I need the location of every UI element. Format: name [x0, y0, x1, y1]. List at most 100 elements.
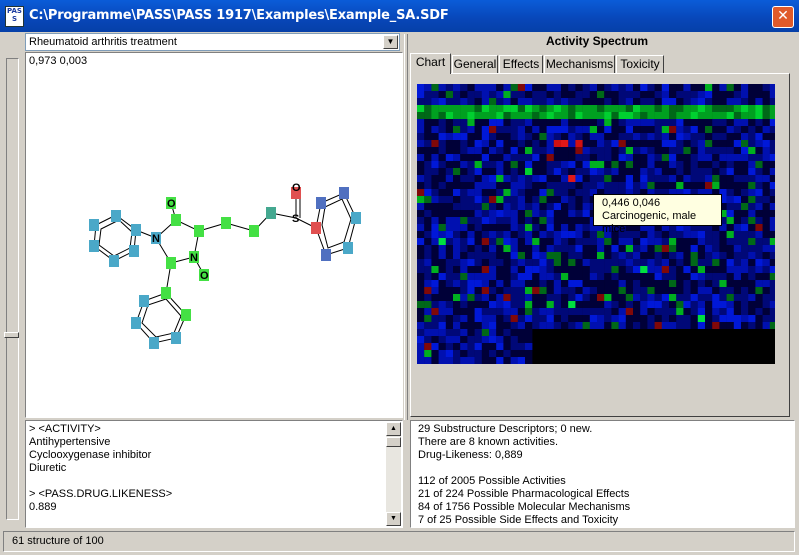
heatmap-cell [726, 175, 734, 182]
heatmap-cell [431, 84, 439, 91]
scroll-thumb[interactable] [386, 437, 401, 447]
heatmap-cell [532, 182, 540, 189]
scroll-up-icon[interactable]: ▲ [386, 422, 401, 436]
heatmap-cell [733, 168, 742, 175]
heatmap-cell [417, 280, 425, 287]
structure-properties[interactable]: > <ACTIVITY> Antihypertensive Cyclooxyge… [25, 420, 403, 528]
heatmap-cell [438, 259, 446, 266]
properties-scrollbar[interactable]: ▲ ▼ [386, 422, 401, 526]
heatmap-cell [431, 133, 439, 140]
close-button[interactable]: ✕ [772, 6, 794, 28]
heatmap-cell [683, 154, 691, 161]
heatmap-cell [496, 259, 504, 266]
heatmap-cell [546, 168, 554, 175]
heatmap-cell [438, 245, 446, 252]
heatmap-cell [726, 217, 734, 224]
heatmap-cell [510, 126, 518, 133]
heatmap-cell [618, 252, 626, 259]
heatmap-cell [417, 266, 425, 273]
heatmap-cell [719, 91, 727, 98]
heatmap-cell [604, 84, 612, 91]
heatmap-cell [553, 182, 562, 189]
heatmap-cell [532, 175, 540, 182]
heatmap-cell [633, 98, 641, 105]
prediction-info: 29 Substructure Descriptors; 0 new. Ther… [410, 420, 795, 528]
heatmap-cell [431, 98, 439, 105]
heatmap-cell [467, 98, 475, 105]
heatmap-cell [769, 252, 775, 259]
heatmap-cell [611, 238, 619, 245]
heatmap-cell [424, 154, 432, 161]
heatmap-cell [647, 154, 655, 161]
heatmap-cell [453, 350, 461, 357]
heatmap-cell [453, 266, 461, 273]
heatmap-cell [676, 175, 684, 182]
tab-general[interactable]: General [452, 55, 498, 73]
tab-effects[interactable]: Effects [499, 55, 543, 73]
heatmap-cell [604, 126, 612, 133]
heatmap-cell [589, 175, 598, 182]
heatmap-cell [489, 84, 497, 91]
slider-thumb[interactable] [4, 332, 19, 338]
tab-toxicity[interactable]: Toxicity [616, 55, 664, 73]
tab-chart[interactable]: Chart [410, 53, 451, 74]
heatmap-cell [539, 308, 547, 315]
heatmap-cell [467, 315, 475, 322]
heatmap-cell [582, 154, 590, 161]
tab-mechanisms[interactable]: Mechanisms [544, 55, 615, 73]
heatmap-cell [625, 301, 634, 308]
heatmap-cell [561, 238, 569, 245]
heatmap-cell [517, 168, 526, 175]
heatmap-cell [481, 119, 490, 126]
heatmap-cell [445, 308, 454, 315]
activity-select[interactable]: Rheumatoid arthritis treatment ▼ [25, 33, 400, 51]
heatmap-cell [474, 175, 482, 182]
heatmap-cell [539, 245, 547, 252]
heatmap-cell [762, 322, 770, 329]
heatmap-cell [654, 133, 662, 140]
heatmap-cell [683, 182, 691, 189]
heatmap-cell [568, 147, 576, 154]
heatmap-cell [575, 203, 583, 210]
heatmap-cell [762, 147, 770, 154]
heatmap-cell [733, 133, 742, 140]
heatmap-cell [481, 329, 490, 336]
heatmap-cell [424, 357, 432, 364]
heatmap-cell [604, 315, 612, 322]
heatmap-cell [561, 126, 569, 133]
heatmap-cell [676, 126, 684, 133]
heatmap-cell [438, 357, 446, 364]
window-title: C:\Programme\PASS\PASS 1917\Examples\Exa… [29, 8, 449, 23]
structure-slider[interactable] [4, 52, 19, 530]
chevron-down-icon[interactable]: ▼ [383, 35, 398, 49]
heatmap-cell [474, 308, 482, 315]
heatmap-cell [467, 196, 475, 203]
heatmap-cell [553, 168, 562, 175]
heatmap-cell [489, 273, 497, 280]
vertical-splitter[interactable] [404, 34, 408, 420]
heatmap-cell [460, 280, 468, 287]
heatmap-cell [424, 259, 432, 266]
heatmap-cell [546, 252, 554, 259]
heatmap-cell [474, 336, 482, 343]
scroll-down-icon[interactable]: ▼ [386, 512, 401, 526]
heatmap-cell [431, 308, 439, 315]
heatmap-cell [553, 210, 562, 217]
heatmap-cell [589, 126, 598, 133]
heatmap-cell [568, 224, 576, 231]
heatmap-cell [705, 140, 713, 147]
heatmap-cell [697, 161, 706, 168]
heatmap-cell [712, 154, 720, 161]
heatmap-cell [575, 245, 583, 252]
heatmap-cell [597, 308, 605, 315]
heatmap-cell [481, 217, 490, 224]
heatmap-cell [431, 301, 439, 308]
heatmap-cell [669, 273, 677, 280]
heatmap-cell [762, 245, 770, 252]
heatmap-cell [604, 105, 612, 112]
heatmap-cell [489, 175, 497, 182]
heatmap-cell [438, 98, 446, 105]
heatmap-cell [525, 126, 533, 133]
heatmap-cell [424, 238, 432, 245]
heatmap-cell [431, 217, 439, 224]
